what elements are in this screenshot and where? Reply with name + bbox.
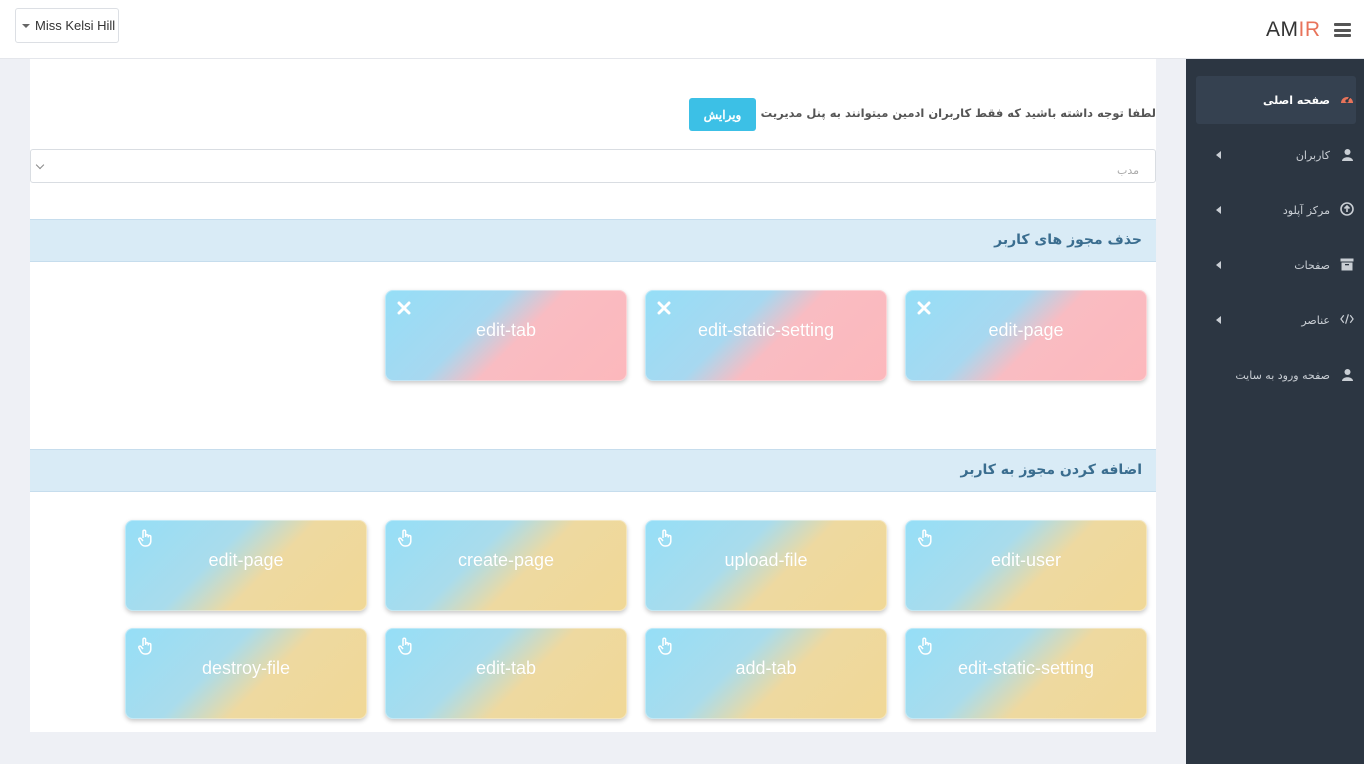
permission-name: edit-user — [990, 550, 1062, 570]
admin-notice-text: لطفا توجه داشته باشید که فقط کاربران ادم… — [695, 106, 1156, 120]
user-name: Miss Kelsi Hill — [35, 18, 116, 33]
hand-pointer-icon — [917, 529, 935, 547]
permission-tile-add[interactable]: edit-page — [125, 520, 367, 611]
permission-name: edit-page — [988, 320, 1064, 340]
remove-icon[interactable] — [397, 299, 415, 317]
caret-left-icon — [1216, 151, 1221, 159]
caret-left-icon — [1216, 206, 1221, 214]
add-permissions-header: اضافه کردن مجوز به کاربر — [30, 449, 1156, 492]
caret-left-icon — [1216, 261, 1221, 269]
permission-tile-delete[interactable]: edit-page — [905, 290, 1147, 381]
permission-name: destroy-file — [201, 658, 291, 678]
permission-name: edit-page — [208, 550, 284, 570]
sidebar-item-label: صفحه ورود به سایت — [1235, 369, 1330, 382]
sidebar-item-pages[interactable]: صفحات — [1196, 241, 1356, 289]
code-icon — [1340, 312, 1354, 326]
caret-down-icon — [22, 23, 30, 28]
chevron-down-icon — [35, 160, 45, 170]
sidebar-item-dashboard[interactable]: صفحه اصلی — [1196, 76, 1356, 124]
permission-tile-add[interactable]: add-tab — [645, 628, 887, 719]
remove-icon[interactable] — [917, 299, 935, 317]
sidebar-item-site-login[interactable]: صفحه ورود به سایت — [1196, 351, 1356, 399]
archive-icon — [1340, 257, 1354, 271]
sidebar-item-label: کاربران — [1295, 149, 1330, 162]
user-icon — [1340, 367, 1354, 381]
dashboard-icon — [1340, 92, 1354, 106]
section-title: اضافه کردن مجوز به کاربر — [960, 462, 1143, 478]
delete-permissions-header: حذف مجوز های کاربر — [30, 219, 1156, 262]
logo-text-accent: IR — [1298, 18, 1321, 41]
permission-name: upload-file — [724, 550, 808, 570]
user-menu-dropdown[interactable]: Miss Kelsi Hill — [15, 8, 119, 43]
permission-tile-delete[interactable]: edit-static-setting — [645, 290, 887, 381]
top-bar: Miss Kelsi Hill AMIR — [0, 0, 1364, 59]
user-icon — [1340, 147, 1354, 161]
permission-name: add-tab — [735, 658, 797, 678]
caret-left-icon — [1216, 316, 1221, 324]
permission-name: edit-static-setting — [697, 320, 835, 340]
upload-icon — [1340, 202, 1354, 216]
permission-tile-add[interactable]: create-page — [385, 520, 627, 611]
permission-name: edit-static-setting — [957, 658, 1095, 678]
remove-icon[interactable] — [657, 299, 675, 317]
permission-tile-add[interactable]: edit-user — [905, 520, 1147, 611]
sidebar-item-upload-center[interactable]: مرکز آپلود — [1196, 186, 1356, 234]
logo-text-main: AM — [1266, 18, 1299, 41]
permission-tile-add[interactable]: edit-static-setting — [905, 628, 1147, 719]
sidebar: صفحه اصلی کاربران مرکز آپلود صفحات عناصر… — [1186, 59, 1364, 764]
permission-name: edit-tab — [475, 320, 537, 340]
role-select[interactable]: مدب — [30, 149, 1156, 183]
hand-pointer-icon — [397, 529, 415, 547]
permission-tile-add[interactable]: edit-tab — [385, 628, 627, 719]
main-panel: لطفا توجه داشته باشید که فقط کاربران ادم… — [30, 59, 1156, 732]
hand-pointer-icon — [917, 637, 935, 655]
sidebar-item-label: مرکز آپلود — [1282, 204, 1330, 217]
sidebar-item-elements[interactable]: عناصر — [1196, 296, 1356, 344]
hand-pointer-icon — [137, 529, 155, 547]
permission-tile-add[interactable]: destroy-file — [125, 628, 367, 719]
role-select-value: مدب — [1116, 164, 1139, 177]
hand-pointer-icon — [657, 529, 675, 547]
hamburger-menu-icon[interactable] — [1334, 23, 1351, 37]
hand-pointer-icon — [657, 637, 675, 655]
hand-pointer-icon — [137, 637, 155, 655]
sidebar-item-label: صفحات — [1294, 259, 1330, 272]
app-logo[interactable]: AMIR — [1266, 18, 1321, 42]
sidebar-item-users[interactable]: کاربران — [1196, 131, 1356, 179]
permission-name: create-page — [457, 550, 555, 570]
permission-name: edit-tab — [475, 658, 537, 678]
sidebar-item-label: صفحه اصلی — [1263, 94, 1330, 107]
section-title: حذف مجوز های کاربر — [994, 232, 1142, 248]
sidebar-item-label: عناصر — [1301, 314, 1330, 327]
permission-tile-add[interactable]: upload-file — [645, 520, 887, 611]
hand-pointer-icon — [397, 637, 415, 655]
edit-button[interactable]: ویرایش — [689, 98, 756, 131]
permission-tile-delete[interactable]: edit-tab — [385, 290, 627, 381]
